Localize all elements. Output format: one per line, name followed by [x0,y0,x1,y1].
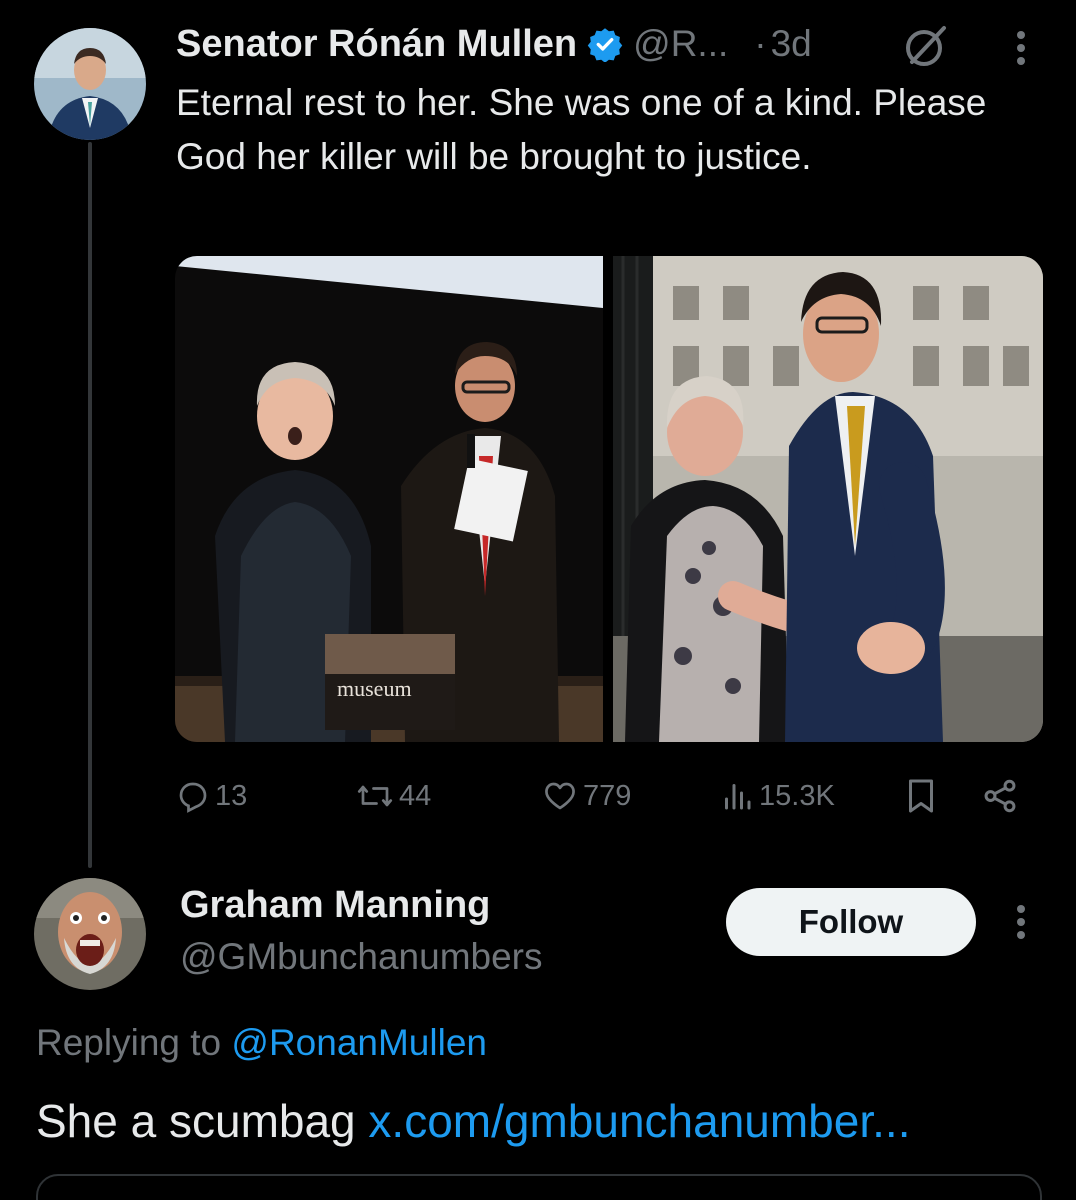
author-handle[interactable]: @R... [633,23,728,65]
reply-icon [179,782,207,813]
reply-author-name[interactable]: Graham Manning [180,884,490,927]
replying-to-line: Replying to @RonanMullen [36,1022,487,1064]
reply-author-avatar[interactable] [34,878,146,990]
reply-text-body: She a scumbag [36,1095,369,1147]
heart-icon [545,782,575,810]
share-button[interactable] [981,772,1019,820]
author-name[interactable]: Senator Rónán Mullen [176,23,577,66]
reply-text: She a scumbag x.com/gmbunchanumber... [36,1094,910,1148]
tweet-media-grid[interactable]: museum [175,256,1043,742]
repost-count: 44 [399,779,432,812]
tweet-photo-stage-event[interactable]: museum [175,256,603,742]
reply-button[interactable]: 13 [175,772,247,820]
reply-count: 13 [215,779,248,812]
views-button[interactable]: 15.3K [719,772,835,820]
like-button[interactable]: 779 [541,772,631,820]
more-options-icon[interactable] [1004,26,1038,70]
thread-connector-line [88,142,92,868]
verified-badge-icon [587,26,623,62]
bookmark-icon [909,779,933,813]
replying-to-prefix: Replying to [36,1022,232,1063]
reply-author-handle[interactable]: @GMbunchanumbers [180,936,543,978]
bag-caption: museum [337,676,412,701]
author-avatar[interactable] [34,28,146,140]
reply-link[interactable]: x.com/gmbunchanumber... [368,1095,910,1147]
tweet-text: Eternal rest to her. She was one of a ki… [176,82,987,177]
link-card-preview[interactable] [36,1174,1042,1200]
bookmark-button[interactable] [903,772,939,820]
like-count: 779 [583,779,632,812]
tweet-photo-outdoor-dance[interactable] [613,256,1043,742]
reply-more-options-icon[interactable] [1004,900,1038,944]
share-icon [984,779,1016,813]
tweet-timestamp[interactable]: 3d [771,23,812,65]
separator-dot: · [754,23,767,64]
views-count: 15.3K [759,779,835,812]
analytics-icon [725,784,751,810]
follow-button[interactable]: Follow [726,888,976,956]
replying-to-mention[interactable]: @RonanMullen [231,1022,487,1063]
repost-icon [357,785,393,807]
repost-button[interactable]: 44 [355,772,431,820]
tweet-action-bar: 13 44 779 15.3K [175,772,1035,820]
grok-icon[interactable] [902,22,950,75]
